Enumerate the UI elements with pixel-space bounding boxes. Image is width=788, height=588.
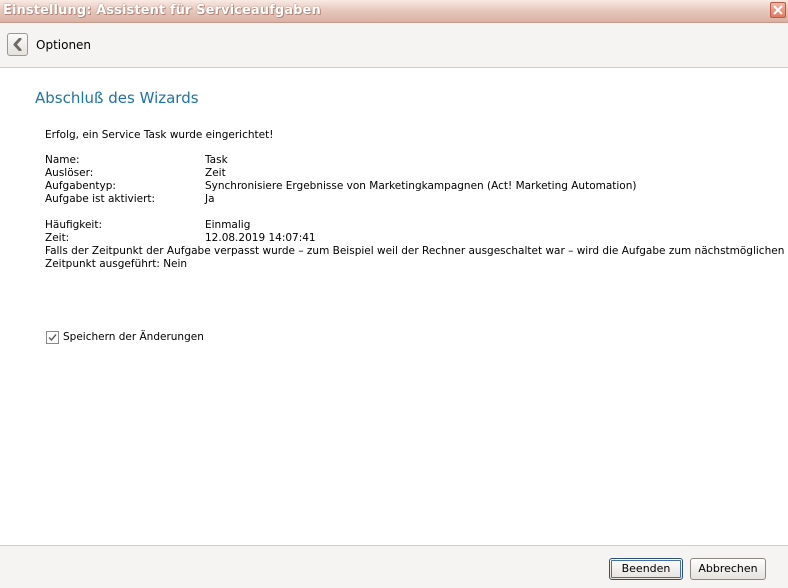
finish-button[interactable]: Beenden (609, 558, 683, 580)
detail-value-trigger: Zeit (205, 167, 226, 179)
close-button[interactable] (770, 2, 786, 18)
schedule-label-time: Zeit: (45, 232, 70, 244)
save-changes-label[interactable]: Speichern der Änderungen (63, 331, 204, 344)
checkmark-icon (48, 334, 57, 342)
detail-label-enabled: Aufgabe ist aktiviert: (45, 193, 156, 205)
close-icon (773, 5, 783, 15)
chevron-left-icon (13, 38, 22, 51)
back-button[interactable] (7, 33, 28, 56)
success-message: Erfolg, ein Service Task wurde eingerich… (45, 129, 274, 141)
missed-note-line-1: Falls der Zeitpunkt der Aufgabe verpasst… (45, 245, 785, 257)
title-bar: Einstellung: Assistent für Serviceaufgab… (0, 0, 788, 23)
navigation-bar: Optionen (0, 23, 788, 68)
detail-value-enabled: Ja (205, 193, 215, 205)
schedule-value-frequency: Einmalig (205, 219, 251, 231)
cancel-button[interactable]: Abbrechen (690, 558, 766, 580)
window-title: Einstellung: Assistent für Serviceaufgab… (3, 3, 321, 18)
detail-value-task-type: Synchronisiere Ergebnisse von Marketingk… (205, 180, 637, 192)
missed-note-line-2: Zeitpunkt ausgeführt: Nein (45, 258, 188, 270)
nav-label-options: Optionen (36, 38, 92, 52)
detail-value-name: Task (205, 154, 228, 166)
page-title: Abschluß des Wizards (35, 89, 199, 107)
button-bar: Beenden Abbrechen (0, 545, 788, 588)
detail-label-name: Name: (45, 154, 80, 166)
schedule-value-time: 12.08.2019 14:07:41 (205, 232, 316, 244)
schedule-label-frequency: Häufigkeit: (45, 219, 103, 231)
detail-label-trigger: Auslöser: (45, 167, 94, 179)
save-changes-checkbox[interactable] (46, 331, 59, 344)
detail-label-task-type: Aufgabentyp: (45, 180, 116, 192)
